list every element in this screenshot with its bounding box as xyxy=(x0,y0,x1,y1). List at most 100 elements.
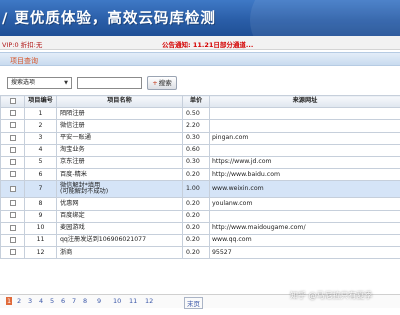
table-row[interactable]: 8 优惠网 0.20 youlanw.com xyxy=(0,197,400,211)
table-header-row: 项目编号 项目名称 单价 来源网址 xyxy=(0,94,400,109)
project-url[interactable]: http://www.baidu.com xyxy=(209,168,400,182)
project-id: 1 xyxy=(24,107,57,121)
page-link[interactable]: 8 xyxy=(83,297,87,305)
row-checkbox[interactable] xyxy=(9,236,16,243)
banner-title: / 更优质体验，高效云码库检测 xyxy=(2,11,216,27)
row-checkbox[interactable] xyxy=(9,171,16,178)
project-table: 项目编号 项目名称 单价 来源网址 1 陌陌注册 0.50 2 微信注册 2.20 3 平安一… xyxy=(0,94,400,260)
table-row[interactable]: 9 百度绑定 0.20 xyxy=(0,209,400,223)
page-link[interactable]: 10 xyxy=(113,297,121,305)
project-name: qq注册发送到106906021077 xyxy=(60,236,147,244)
project-name: 优惠网 xyxy=(60,199,79,207)
page-link[interactable]: 5 xyxy=(50,297,54,305)
notice-bar: VIP:0 折扣:无 公告通知: 11.21日部分通道... xyxy=(0,36,400,50)
project-id: 9 xyxy=(24,209,57,223)
row-select-cell[interactable] xyxy=(0,143,25,157)
row-select-cell[interactable] xyxy=(0,233,25,248)
page-link[interactable]: 9 xyxy=(97,297,101,305)
search-option-select[interactable]: 搜索选项 ▼ xyxy=(7,77,72,89)
table-row[interactable]: 1 陌陌注册 0.50 xyxy=(0,107,400,121)
project-price: 0.20 xyxy=(182,246,210,260)
project-name-cell: 麦园游戏 xyxy=(56,221,183,235)
row-checkbox[interactable] xyxy=(9,249,16,256)
row-select-cell[interactable] xyxy=(0,221,25,235)
last-page-button[interactable]: 末页 xyxy=(184,297,203,309)
project-id: 2 xyxy=(24,119,57,133)
row-checkbox[interactable] xyxy=(9,134,16,141)
search-option-value: 搜索选项 xyxy=(11,79,36,86)
row-checkbox[interactable] xyxy=(9,224,16,231)
search-input[interactable] xyxy=(77,77,142,89)
search-button-label: 搜索 xyxy=(158,79,172,87)
announcement[interactable]: 公告通知: 11.21日部分通道... xyxy=(162,39,253,49)
project-url[interactable]: pingan.com xyxy=(209,131,400,145)
page-link[interactable]: 1 xyxy=(6,297,13,305)
project-url[interactable] xyxy=(209,209,400,223)
project-name: 京东注册 xyxy=(60,158,85,166)
project-url[interactable]: youlanw.com xyxy=(209,197,400,211)
project-price: 2.20 xyxy=(182,119,210,133)
watermark: 知乎 @马尼拉只有夏季 xyxy=(290,291,373,300)
project-url[interactable] xyxy=(209,107,400,121)
row-select-cell[interactable] xyxy=(0,197,25,211)
project-url[interactable]: http://www.maidougame.com/ xyxy=(209,221,400,235)
row-checkbox[interactable] xyxy=(9,200,16,207)
row-select-cell[interactable] xyxy=(0,168,25,182)
page-link[interactable]: 4 xyxy=(39,297,43,305)
row-checkbox[interactable] xyxy=(9,212,16,219)
plus-icon: + xyxy=(152,79,158,87)
page-link[interactable]: 3 xyxy=(28,297,32,305)
project-url[interactable] xyxy=(209,119,400,133)
page-link[interactable]: 6 xyxy=(61,297,65,305)
search-button[interactable]: +搜索 xyxy=(147,76,177,90)
project-name-cell: qq注册发送到106906021077 xyxy=(56,233,183,248)
table-row[interactable]: 4 淘宝业务 0.60 xyxy=(0,143,400,157)
row-checkbox[interactable] xyxy=(9,122,16,129)
row-select-cell[interactable] xyxy=(0,155,25,170)
project-price: 0.50 xyxy=(182,107,210,121)
select-all-header[interactable] xyxy=(0,94,25,109)
row-checkbox[interactable] xyxy=(9,185,16,192)
table-row[interactable]: 6 百度-精米 0.20 http://www.baidu.com xyxy=(0,168,400,182)
row-checkbox[interactable] xyxy=(9,158,16,165)
project-url[interactable] xyxy=(209,143,400,157)
project-price: 0.30 xyxy=(182,131,210,145)
table-row[interactable]: 12 浙商 0.20 95527 xyxy=(0,246,400,260)
page-link[interactable]: 7 xyxy=(72,297,76,305)
project-name-cell: 微信注册 xyxy=(56,119,183,133)
project-name-cell: 微信解封*填用 (可能解封不成功) xyxy=(56,180,183,199)
table-row[interactable]: 2 微信注册 2.20 xyxy=(0,119,400,133)
row-select-cell[interactable] xyxy=(0,246,25,260)
row-checkbox[interactable] xyxy=(9,110,16,117)
project-url[interactable]: www.qq.com xyxy=(209,233,400,248)
project-url[interactable]: https://www.jd.com xyxy=(209,155,400,170)
table-row[interactable]: 10 麦园游戏 0.20 http://www.maidougame.com/ xyxy=(0,221,400,235)
row-checkbox[interactable] xyxy=(9,146,16,153)
project-price: 0.20 xyxy=(182,197,210,211)
table-row[interactable]: 7 微信解封*填用 (可能解封不成功) 1.00 www.weixin.com xyxy=(0,180,400,199)
row-select-cell[interactable] xyxy=(0,107,25,121)
project-name-cell: 百度-精米 xyxy=(56,168,183,182)
table-row[interactable]: 3 平安一账通 0.30 pingan.com xyxy=(0,131,400,145)
row-select-cell[interactable] xyxy=(0,180,25,199)
project-name-cell: 淘宝业务 xyxy=(56,143,183,157)
header-price: 单价 xyxy=(182,94,210,109)
row-select-cell[interactable] xyxy=(0,209,25,223)
select-all-checkbox[interactable] xyxy=(9,97,16,104)
page-link[interactable]: 12 xyxy=(145,297,153,305)
project-name: 百度绑定 xyxy=(60,211,85,219)
page-link[interactable]: 2 xyxy=(17,297,21,305)
row-select-cell[interactable] xyxy=(0,119,25,133)
project-name: 微信注册 xyxy=(60,121,85,129)
project-name: 陌陌注册 xyxy=(60,109,85,117)
project-id: 12 xyxy=(24,246,57,260)
project-price: 0.20 xyxy=(182,221,210,235)
page-link[interactable]: 11 xyxy=(129,297,137,305)
project-name: 淘宝业务 xyxy=(60,146,85,154)
row-select-cell[interactable] xyxy=(0,131,25,145)
vip-status: VIP:0 折扣:无 xyxy=(2,41,43,49)
table-row[interactable]: 11 qq注册发送到106906021077 0.20 www.qq.com xyxy=(0,233,400,248)
project-url[interactable]: 95527 xyxy=(209,246,400,260)
project-url[interactable]: www.weixin.com xyxy=(209,180,400,199)
table-row[interactable]: 5 京东注册 0.30 https://www.jd.com xyxy=(0,155,400,170)
